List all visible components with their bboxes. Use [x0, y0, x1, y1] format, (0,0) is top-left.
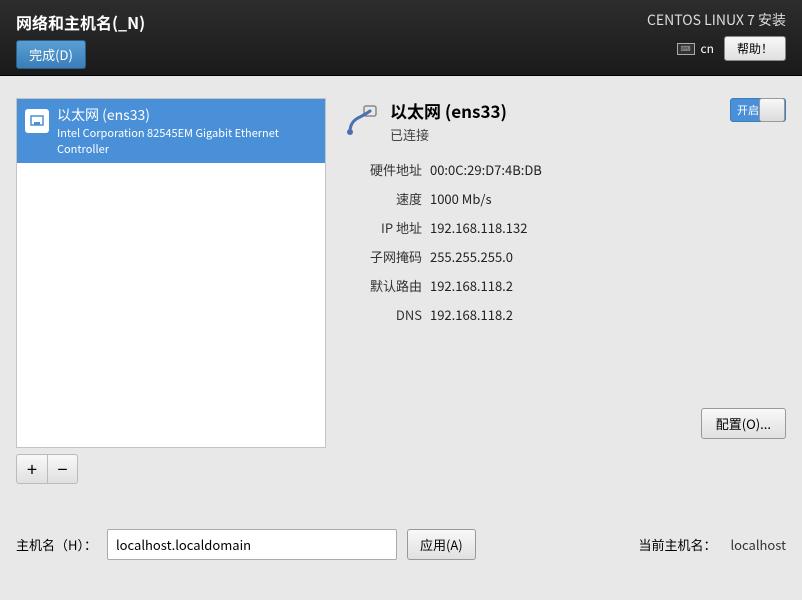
- nic-list-buttons: + −: [16, 454, 78, 484]
- network-icon: [344, 102, 380, 138]
- hostname-row: 主机名（H）： 应用(A) 当前主机名： localhost: [16, 529, 786, 560]
- speed-label: 速度: [344, 189, 422, 208]
- nic-list-item[interactable]: 以太网 (ens33) Intel Corporation 82545EM Gi…: [17, 99, 325, 163]
- done-button[interactable]: 完成(D): [16, 40, 86, 69]
- nic-item-subtitle: Intel Corporation 82545EM Gigabit Ethern…: [57, 125, 317, 157]
- ethernet-icon: [25, 109, 49, 133]
- gateway-label: 默认路由: [344, 276, 422, 295]
- hw-addr-label: 硬件地址: [344, 160, 422, 179]
- nic-item-title: 以太网 (ens33): [57, 105, 317, 125]
- remove-nic-button[interactable]: −: [47, 455, 77, 483]
- detail-status: 已连接: [390, 125, 507, 144]
- detail-table: 硬件地址 00:0C:29:D7:4B:DB 速度 1000 Mb/s IP 地…: [344, 160, 786, 324]
- toggle-label: 开启: [731, 102, 759, 118]
- ip-label: IP 地址: [344, 218, 422, 237]
- ip-value: 192.168.118.132: [430, 218, 786, 237]
- netmask-value: 255.255.255.0: [430, 247, 786, 266]
- apply-hostname-button[interactable]: 应用(A): [407, 529, 476, 560]
- nic-list[interactable]: 以太网 (ens33) Intel Corporation 82545EM Gi…: [16, 98, 326, 448]
- help-button[interactable]: 帮助！: [724, 36, 786, 61]
- netmask-label: 子网掩码: [344, 247, 422, 266]
- keyboard-indicator[interactable]: ⌨ cn: [677, 40, 714, 57]
- hostname-input[interactable]: [107, 529, 397, 560]
- keyboard-icon: ⌨: [677, 43, 695, 55]
- header-bar: 网络和主机名(_N) 完成(D) CENTOS LINUX 7 安装 ⌨ cn …: [0, 0, 802, 76]
- hw-addr-value: 00:0C:29:D7:4B:DB: [430, 160, 786, 179]
- add-nic-button[interactable]: +: [17, 455, 47, 483]
- dns-label: DNS: [344, 305, 422, 324]
- connection-toggle[interactable]: 开启: [730, 98, 786, 122]
- installer-title: CENTOS LINUX 7 安装: [647, 10, 786, 30]
- speed-value: 1000 Mb/s: [430, 189, 786, 208]
- page-title: 网络和主机名(_N): [16, 10, 145, 34]
- detail-title: 以太网 (ens33): [390, 98, 507, 123]
- gateway-value: 192.168.118.2: [430, 276, 786, 295]
- keyboard-layout-label: cn: [701, 40, 714, 57]
- current-hostname-value: localhost: [730, 535, 786, 554]
- hostname-label: 主机名（H）：: [16, 535, 97, 554]
- toggle-handle: [759, 98, 785, 122]
- configure-button[interactable]: 配置(O)...: [701, 408, 786, 439]
- dns-value: 192.168.118.2: [430, 305, 786, 324]
- current-hostname-label: 当前主机名：: [638, 535, 716, 554]
